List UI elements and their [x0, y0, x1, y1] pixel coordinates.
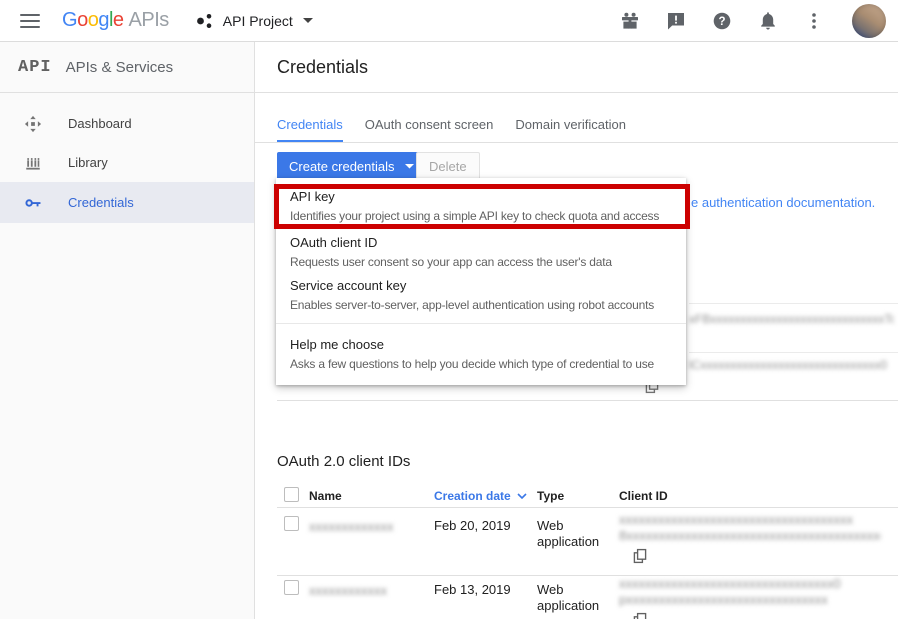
sidebar-header: API APIs & Services: [0, 42, 254, 93]
menu-item-title: OAuth client ID: [290, 235, 680, 250]
help-icon[interactable]: ?: [712, 11, 732, 31]
redacted-client-id: xxxxxxxxxxxxxxxxxxxxxxxxxxxxxxxxxxxx: [619, 512, 881, 528]
row-divider: [689, 303, 898, 304]
table-header-divider: [277, 507, 898, 508]
feedback-icon[interactable]: [666, 11, 686, 31]
redacted-client-name: xxxxxxxxxxxxxx: [309, 519, 393, 534]
dashboard-icon: [24, 115, 42, 133]
api-product-glyph: API: [18, 58, 52, 77]
project-selector[interactable]: API Project: [195, 11, 321, 31]
menu-item-description: Identifies your project using a simple A…: [290, 209, 680, 223]
redacted-api-key-row: lCxxxxxxxxxxxxxxxxxxxxxxxxxxxxxx0: [689, 358, 894, 373]
column-header-client-id: Client ID: [619, 489, 668, 503]
chevron-down-icon: [303, 18, 313, 24]
key-icon: [24, 194, 42, 212]
hamburger-menu-icon[interactable]: [20, 14, 40, 28]
creation-date-cell: Feb 13, 2019: [434, 582, 511, 597]
tab-credentials[interactable]: Credentials: [277, 117, 343, 143]
google-apis-logo[interactable]: Google APIs: [62, 9, 169, 32]
library-icon: [24, 154, 42, 172]
more-vert-icon[interactable]: [804, 11, 824, 31]
sidebar-item-label: Dashboard: [68, 116, 132, 131]
oauth-clients-section-title: OAuth 2.0 client IDs: [277, 453, 410, 470]
sort-chevron-down-icon: [517, 493, 527, 499]
menu-item-title: Help me choose: [290, 337, 680, 352]
create-credentials-button[interactable]: Create credentials: [277, 152, 426, 180]
create-credentials-label: Create credentials: [289, 159, 395, 174]
delete-button[interactable]: Delete: [416, 152, 480, 180]
logo-letter: o: [88, 9, 99, 32]
row-checkbox[interactable]: [284, 516, 299, 531]
header-divider: [255, 92, 898, 93]
menu-divider: [276, 323, 686, 324]
row-checkbox[interactable]: [284, 580, 299, 595]
type-cell: Web application: [537, 518, 609, 550]
sidebar: API APIs & Services Dashboard Library: [0, 42, 255, 619]
top-app-bar: Google APIs API Project ?: [0, 0, 898, 42]
logo-letter: o: [77, 9, 88, 32]
chevron-down-icon: [405, 164, 414, 169]
sidebar-item-label: Library: [68, 155, 108, 170]
column-header-creation-date[interactable]: Creation date: [434, 489, 527, 503]
column-header-type: Type: [537, 489, 564, 503]
creation-date-cell: Feb 20, 2019: [434, 518, 511, 533]
tabs-divider: [255, 142, 898, 143]
project-name: API Project: [223, 13, 293, 29]
redacted-client-name: xxxxxxxxxxxx: [309, 583, 393, 598]
redacted-client-id: 8xxxxxxxxxxxxxxxxxxxxxxxxxxxxxxxxxxxxxxx…: [619, 528, 881, 544]
logo-letter: g: [98, 9, 109, 32]
redacted-client-id: xxxxxxxxxxxxxxxxxxxxxxxxxxxxxxxxx0: [619, 576, 881, 592]
main-content: Credentials Credentials OAuth consent sc…: [255, 42, 898, 619]
copy-icon[interactable]: [632, 612, 648, 619]
section-divider: [277, 400, 898, 401]
tab-bar: Credentials OAuth consent screen Domain …: [277, 117, 626, 143]
menu-item-title: Service account key: [290, 278, 680, 293]
menu-item-description: Enables server-to-server, app-level auth…: [290, 298, 680, 312]
menu-item-service-account-key[interactable]: Service account key Enables server-to-se…: [290, 278, 680, 312]
account-avatar[interactable]: [852, 4, 886, 38]
redacted-client-id: pxxxxxxxxxxxxxxxxxxxxxxxxxxxxxxx: [619, 592, 881, 608]
create-credentials-menu: API key Identifies your project using a …: [276, 178, 686, 385]
page-title: Credentials: [277, 57, 368, 78]
sidebar-item-dashboard[interactable]: Dashboard: [0, 104, 254, 143]
logo-letter: G: [62, 9, 77, 32]
project-cluster-icon: [195, 11, 215, 31]
copy-icon[interactable]: [632, 548, 648, 564]
row-divider: [689, 352, 898, 353]
svg-text:?: ?: [718, 16, 725, 28]
gift-icon[interactable]: [620, 11, 640, 31]
menu-item-api-key[interactable]: API key Identifies your project using a …: [290, 189, 680, 223]
sidebar-item-credentials[interactable]: Credentials: [0, 182, 254, 223]
sidebar-item-label: Credentials: [68, 195, 134, 210]
logo-letter: e: [113, 9, 124, 32]
select-all-checkbox[interactable]: [284, 487, 299, 502]
sidebar-item-library[interactable]: Library: [0, 143, 254, 182]
sidebar-nav: Dashboard Library Credentials: [0, 93, 254, 223]
redacted-api-key-row: xFBxxxxxxxxxxxxxxxxxxxxxxxxxxxxxTc: [689, 312, 894, 327]
column-header-label: Creation date: [434, 489, 511, 503]
menu-item-description: Asks a few questions to help you decide …: [290, 357, 680, 371]
tab-oauth-consent-screen[interactable]: OAuth consent screen: [365, 117, 494, 143]
menu-item-description: Requests user consent so your app can ac…: [290, 255, 680, 269]
logo-suffix: APIs: [129, 9, 169, 32]
type-cell: Web application: [537, 582, 609, 614]
notifications-bell-icon[interactable]: [758, 11, 778, 31]
menu-item-help-me-choose[interactable]: Help me choose Asks a few questions to h…: [290, 337, 680, 371]
menu-item-oauth-client-id[interactable]: OAuth client ID Requests user consent so…: [290, 235, 680, 269]
column-header-name: Name: [309, 489, 342, 503]
menu-item-title: API key: [290, 189, 680, 204]
tab-domain-verification[interactable]: Domain verification: [515, 117, 626, 143]
product-title: APIs & Services: [66, 59, 174, 76]
authentication-documentation-link[interactable]: e authentication documentation.: [691, 195, 875, 210]
